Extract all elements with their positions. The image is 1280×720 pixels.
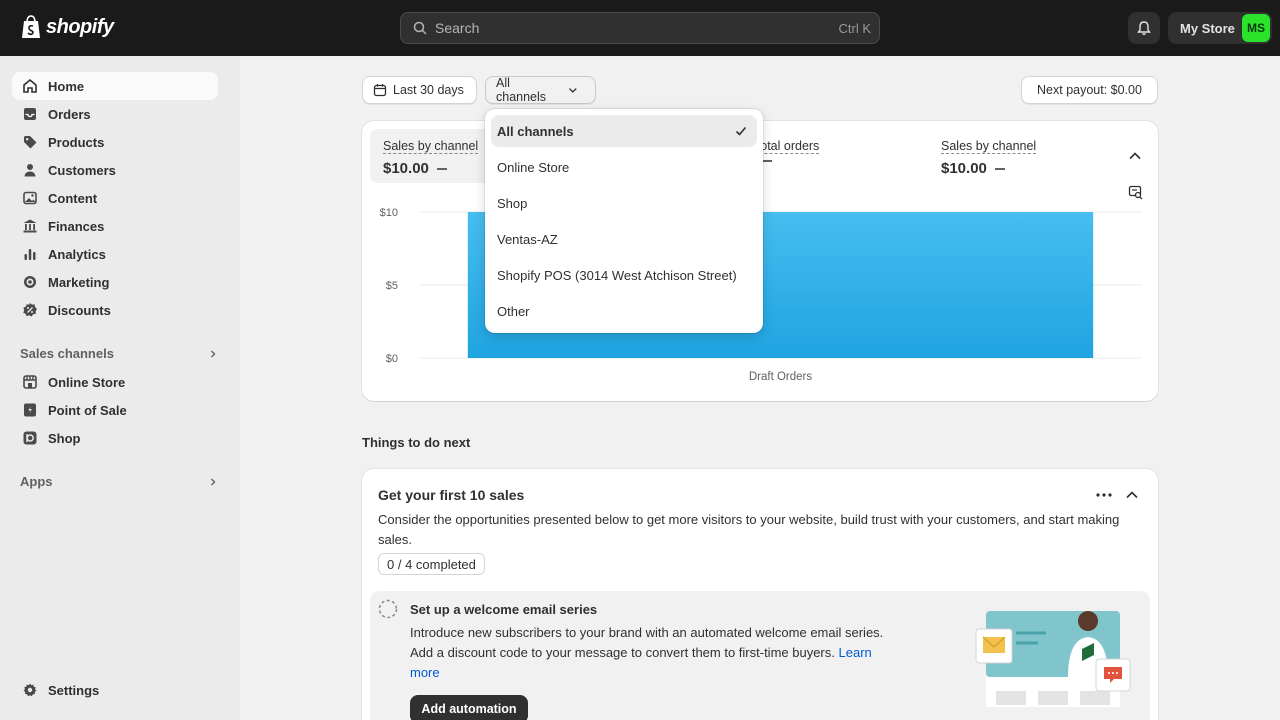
sidebar-item-label: Analytics	[48, 246, 106, 262]
first-sales-card: Get your first 10 sales Consider the opp…	[362, 469, 1158, 720]
sidebar-item-label: Settings	[48, 682, 100, 698]
chart-x-tick-label: Draft Orders	[749, 371, 813, 383]
channel-option-all-channels[interactable]: All channels	[491, 115, 757, 147]
chevron-right-icon	[211, 478, 216, 485]
channel-option-label: Shopify POS (3014 West Atchison Street)	[497, 267, 737, 283]
sidebar-item-label: Marketing	[48, 274, 110, 290]
bar-chart-icon	[24, 249, 36, 260]
chart-y-tick-label: $0	[386, 353, 398, 365]
channel-option-label: All channels	[497, 123, 574, 139]
add-automation-button[interactable]: Add automation	[410, 695, 528, 720]
sidebar-item-marketing[interactable]: Marketing	[12, 268, 218, 296]
channel-filter-button[interactable]: All channels	[485, 76, 596, 104]
email-illustration	[975, 611, 1131, 707]
chevron-down-icon	[569, 88, 578, 93]
card-title: Get your first 10 sales	[378, 487, 525, 503]
channel-dropdown: All channels Online Store Shop Ventas-AZ…	[485, 109, 763, 333]
things-to-do-title: Things to do next	[362, 435, 471, 450]
channel-option-online-store[interactable]: Online Store	[491, 151, 757, 183]
sidebar-item-label: Home	[48, 78, 85, 94]
sidebar-item-settings[interactable]: Settings	[12, 676, 218, 704]
chart-y-tick-label: $10	[380, 207, 398, 219]
sidebar: Home Orders Products Customers Content F…	[0, 56, 240, 720]
sidebar-item-label: Point of Sale	[48, 402, 127, 418]
bank-icon	[23, 219, 37, 233]
target-icon	[24, 276, 36, 288]
store-icon	[23, 375, 37, 389]
shopify-bag-icon	[22, 15, 40, 38]
sidebar-item-label: Orders	[48, 106, 91, 122]
sidebar-item-label: Customers	[48, 162, 116, 178]
sidebar-item-analytics[interactable]: Analytics	[12, 240, 218, 268]
sidebar-item-content[interactable]: Content	[12, 184, 218, 212]
sidebar-item-orders[interactable]: Orders	[12, 100, 218, 128]
next-payout-label: Next payout: $0.00	[1037, 83, 1142, 97]
apps-header[interactable]: Apps	[20, 474, 218, 489]
task-description-text: Introduce new subscribers to your brand …	[410, 625, 884, 660]
calendar-icon	[373, 84, 387, 97]
checkmark-icon	[735, 126, 747, 136]
sidebar-item-label: Finances	[48, 218, 105, 234]
sidebar-item-products[interactable]: Products	[12, 128, 218, 156]
sidebar-item-finances[interactable]: Finances	[12, 212, 218, 240]
shop-icon	[23, 431, 37, 445]
person-icon	[24, 164, 36, 177]
channel-option-ventas-az[interactable]: Ventas-AZ	[491, 223, 757, 255]
progress-badge: 0 / 4 completed	[378, 553, 485, 575]
sidebar-item-label: Content	[48, 190, 98, 206]
sidebar-item-label: Discounts	[48, 302, 111, 318]
gear-icon	[23, 683, 37, 697]
card-description: Consider the opportunities presented bel…	[378, 512, 1120, 547]
sidebar-item-label: Online Store	[48, 374, 126, 390]
task-description: Introduce new subscribers to your brand …	[410, 623, 890, 683]
tag-icon	[24, 136, 37, 149]
image-icon	[23, 191, 37, 205]
sidebar-item-label: Shop	[48, 430, 81, 446]
top-bar: shopify Search Ctrl K My Store MS	[0, 0, 1280, 56]
channel-filter-label: All channels	[496, 76, 547, 104]
channel-option-label: Other	[497, 303, 530, 319]
inbox-icon	[24, 108, 36, 120]
search-bar[interactable]: Search Ctrl K	[400, 12, 880, 44]
chevron-right-icon	[211, 350, 216, 357]
channel-option-shopify-pos[interactable]: Shopify POS (3014 West Atchison Street)	[491, 259, 757, 291]
channel-option-shop[interactable]: Shop	[491, 187, 757, 219]
pos-icon	[24, 403, 36, 417]
search-icon	[413, 21, 427, 35]
brand-name: shopify	[46, 15, 114, 38]
avatar: MS	[1242, 14, 1270, 42]
sales-channels-label: Sales channels	[20, 346, 114, 361]
sidebar-item-online-store[interactable]: Online Store	[12, 368, 218, 396]
sidebar-item-discounts[interactable]: Discounts	[12, 296, 218, 324]
chart-y-tick-label: $5	[386, 280, 398, 292]
channel-option-label: Ventas-AZ	[497, 231, 558, 247]
channel-option-other[interactable]: Other	[491, 295, 757, 327]
channel-option-label: Online Store	[497, 159, 570, 175]
shopify-logo[interactable]: shopify	[20, 14, 114, 40]
sidebar-item-shop[interactable]: Shop	[12, 424, 218, 452]
chevron-up-icon[interactable]	[1124, 488, 1140, 502]
sidebar-item-label: Products	[48, 134, 105, 150]
channel-option-label: Shop	[497, 195, 528, 211]
discount-icon	[23, 303, 37, 317]
next-payout-button[interactable]: Next payout: $0.00	[1021, 76, 1158, 104]
apps-label: Apps	[20, 474, 53, 489]
task-incomplete-circle-icon[interactable]	[378, 599, 398, 619]
date-range-button[interactable]: Last 30 days	[362, 76, 477, 104]
sidebar-item-customers[interactable]: Customers	[12, 156, 218, 184]
search-placeholder: Search	[435, 20, 480, 36]
more-options-icon[interactable]	[1095, 489, 1113, 501]
sidebar-item-point-of-sale[interactable]: Point of Sale	[12, 396, 218, 424]
task-title[interactable]: Set up a welcome email series	[410, 602, 597, 617]
date-range-label: Last 30 days	[393, 83, 464, 97]
store-name: My Store	[1180, 20, 1235, 36]
home-icon	[23, 78, 37, 93]
bell-icon	[1137, 21, 1151, 35]
notifications-button[interactable]	[1128, 12, 1160, 44]
sidebar-item-home[interactable]: Home	[12, 72, 218, 100]
sales-channels-header[interactable]: Sales channels	[20, 346, 218, 361]
store-menu-button[interactable]: My Store MS	[1168, 12, 1272, 44]
search-shortcut: Ctrl K	[838, 20, 872, 36]
